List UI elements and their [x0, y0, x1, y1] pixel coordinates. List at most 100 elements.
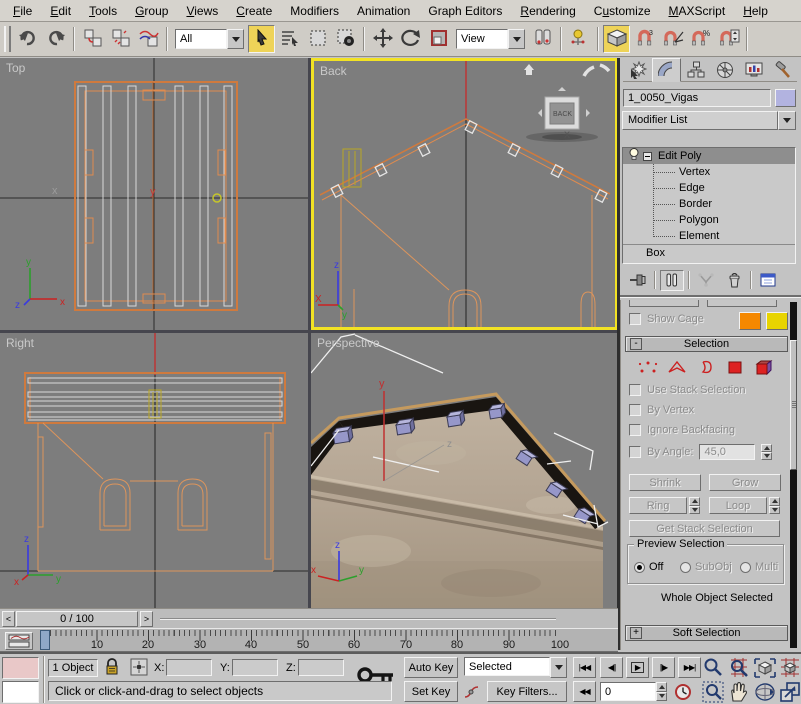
by-vertex-checkbox[interactable] [629, 404, 641, 416]
menu-animation[interactable]: Animation [348, 1, 419, 21]
object-color-swatch[interactable] [775, 89, 796, 107]
arc-rotate-button[interactable] [753, 681, 777, 704]
open-mini-curve-editor-button[interactable] [5, 632, 33, 650]
viewport-label-perspective[interactable]: Perspective [317, 336, 380, 350]
x-coordinate-field[interactable] [166, 659, 212, 676]
z-coordinate-field[interactable] [298, 659, 344, 676]
preview-off-radio[interactable] [634, 562, 645, 573]
zoom-all-button[interactable] [727, 657, 751, 682]
use-stack-selection-checkbox[interactable] [629, 384, 641, 396]
zoom-extents-button[interactable] [753, 657, 777, 682]
viewport-right[interactable]: z x y Right [0, 333, 308, 608]
cropped-button-partial[interactable] [629, 300, 699, 307]
track-bar-ruler[interactable]: 0 10 20 30 40 50 60 70 80 90 100 [36, 629, 560, 653]
menu-edit[interactable]: Edit [41, 1, 80, 21]
select-object-button[interactable] [248, 25, 275, 53]
stack-subobject-vertex[interactable]: Vertex [623, 164, 795, 180]
stack-item-edit-poly[interactable]: Edit Poly [623, 148, 795, 164]
tab-create[interactable] [623, 58, 652, 82]
play-animation-button[interactable]: ▶ [626, 657, 649, 678]
remove-modifier-button[interactable] [722, 270, 746, 291]
menu-rendering[interactable]: Rendering [511, 1, 584, 21]
dropdown-arrow-icon[interactable] [550, 657, 567, 678]
select-and-move-button[interactable] [369, 25, 396, 53]
track-bar-frame-marker[interactable] [40, 630, 50, 650]
select-and-link-button[interactable] [79, 25, 106, 53]
preview-multi-radio[interactable] [740, 562, 751, 573]
configure-modifier-sets-button[interactable] [756, 270, 780, 291]
maximize-viewport-toggle-button[interactable] [779, 681, 801, 704]
spinner-down[interactable] [656, 692, 667, 702]
reference-coordinate-dropdown[interactable]: View [456, 29, 525, 49]
border-subobject-button[interactable] [695, 358, 717, 379]
stack-subobject-edge[interactable]: Edge [623, 180, 795, 196]
viewport-top[interactable]: x y y x z Top [0, 58, 308, 330]
ignore-backfacing-checkbox[interactable] [629, 424, 641, 436]
show-cage-checkbox[interactable] [629, 313, 641, 325]
get-stack-selection-button[interactable]: Get Stack Selection [629, 520, 780, 537]
dropdown-arrow-icon[interactable] [778, 111, 796, 130]
macro-recorder-field[interactable] [2, 657, 39, 679]
spinner-down[interactable] [769, 506, 780, 515]
snaps-toggle-button[interactable] [603, 25, 630, 53]
bind-to-space-warp-button[interactable] [135, 25, 162, 53]
unlink-selection-button[interactable] [107, 25, 134, 53]
spinner-up[interactable] [689, 497, 700, 506]
viewport-back-active[interactable]: BACK X z X y Back [311, 58, 618, 330]
menu-graph-editors[interactable]: Graph Editors [419, 1, 511, 21]
menu-help[interactable]: Help [734, 1, 777, 21]
zoom-extents-all-button[interactable] [779, 657, 801, 682]
viewport-perspective[interactable]: y z z x y Perspective [311, 333, 618, 608]
toolbar-drag-handle[interactable] [4, 26, 11, 52]
menu-modifiers[interactable]: Modifiers [281, 1, 348, 21]
menu-file[interactable]: File [4, 1, 41, 21]
menu-maxscript[interactable]: MAXScript [660, 1, 735, 21]
viewcube[interactable]: BACK X [524, 64, 609, 142]
ring-button[interactable]: Ring [629, 497, 687, 514]
modifier-list-dropdown[interactable]: Modifier List [622, 111, 796, 130]
stack-subobject-element[interactable]: Element [623, 228, 795, 244]
stack-subobject-border[interactable]: Border [623, 196, 795, 212]
ring-spinner[interactable] [689, 497, 700, 514]
time-slider-button[interactable]: 0 / 100 [16, 611, 138, 627]
select-and-manipulate-button[interactable] [566, 25, 593, 53]
modifier-stack-list[interactable]: Edit Poly Vertex Edge Border Polygon Ele… [622, 147, 796, 264]
select-and-scale-button[interactable] [425, 25, 452, 53]
set-key-button[interactable]: Set Key [404, 681, 458, 702]
edge-subobject-button[interactable] [666, 358, 688, 379]
expand-plus-icon[interactable]: + [630, 627, 642, 639]
default-tangent-button[interactable] [461, 681, 483, 702]
select-and-rotate-button[interactable] [397, 25, 424, 53]
soft-selection-rollout-header[interactable]: + Soft Selection [625, 625, 788, 641]
spinner-up[interactable] [761, 444, 772, 452]
y-coordinate-field[interactable] [232, 659, 278, 676]
rectangular-selection-region-button[interactable] [304, 25, 331, 53]
menu-create[interactable]: Create [227, 1, 281, 21]
cage-color-swatch-orange[interactable] [739, 312, 761, 330]
time-configuration-button[interactable] [672, 681, 694, 702]
dropdown-arrow-icon[interactable] [227, 29, 244, 49]
tab-utilities[interactable] [768, 58, 797, 82]
pan-view-button[interactable] [727, 681, 751, 704]
shrink-button[interactable]: Shrink [629, 474, 701, 491]
select-by-name-button[interactable] [276, 25, 303, 53]
window-crossing-button[interactable] [332, 25, 359, 53]
time-slider-groove[interactable] [160, 618, 556, 620]
spinner-down[interactable] [689, 506, 700, 515]
preview-subobj-radio[interactable] [680, 562, 691, 573]
spinner-up[interactable] [769, 497, 780, 506]
percent-snap-toggle-button[interactable]: % [687, 25, 714, 53]
auto-key-button[interactable]: Auto Key [404, 657, 458, 678]
go-to-start-button[interactable]: |◀◀ [573, 657, 596, 678]
key-mode-toggle-button[interactable]: ◀◀ [573, 681, 596, 702]
object-name-field[interactable]: 1_0050_Vigas [623, 89, 771, 107]
selection-filter-dropdown[interactable]: All [175, 29, 244, 49]
redo-button[interactable] [42, 25, 69, 53]
spinner-snap-toggle-button[interactable] [715, 25, 742, 53]
show-end-result-button[interactable] [660, 270, 684, 291]
stack-item-box[interactable]: Box [623, 244, 795, 260]
make-unique-button[interactable] [694, 270, 718, 291]
key-filter-selected-dropdown[interactable]: Selected [464, 657, 567, 678]
cage-color-swatch-yellow[interactable] [766, 312, 788, 330]
selection-rollout-header[interactable]: - Selection [625, 336, 788, 352]
